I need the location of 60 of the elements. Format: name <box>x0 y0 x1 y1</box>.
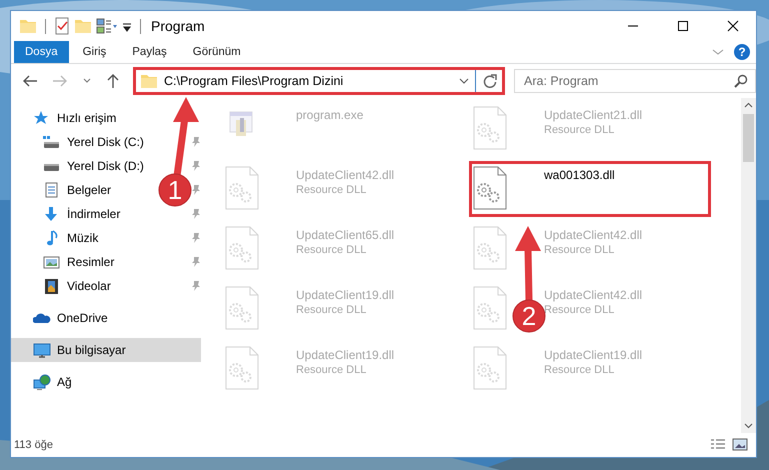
scrollbar[interactable] <box>741 98 756 433</box>
file-type: Resource DLL <box>544 244 616 256</box>
sidebar-item[interactable]: Bu bilgisayar <box>11 338 201 362</box>
file-type: Resource DLL <box>296 184 368 196</box>
help-button[interactable]: ? <box>734 44 750 60</box>
sidebar-item[interactable]: OneDrive <box>11 306 201 330</box>
ribbon-tab[interactable]: Görünüm <box>180 41 253 63</box>
pin-icon[interactable] <box>191 256 201 268</box>
search-icon[interactable] <box>734 74 748 88</box>
film-icon <box>43 278 61 294</box>
file-item[interactable]: wa001303.dll <box>469 161 711 217</box>
pin-icon[interactable] <box>191 184 201 196</box>
file-menu-button[interactable]: Dosya <box>14 41 69 63</box>
step-marker: 1 <box>158 174 192 206</box>
sidebar-item[interactable]: Yerel Disk (D:) <box>11 154 148 178</box>
chevron-up-icon[interactable] <box>744 102 753 108</box>
network-icon <box>33 374 51 390</box>
refresh-icon[interactable] <box>482 73 498 89</box>
monitor-icon <box>33 342 51 358</box>
forward-arrow-icon[interactable] <box>52 74 68 88</box>
music-note-icon <box>46 230 58 246</box>
drive-icon <box>43 134 61 150</box>
sidebar-item[interactable]: Videolar <box>11 274 115 298</box>
pin-icon[interactable] <box>191 232 201 244</box>
file-name[interactable]: wa001303.dll <box>544 168 615 182</box>
chevron-down-icon[interactable] <box>744 423 753 429</box>
gear-document-icon[interactable] <box>472 166 508 210</box>
sidebar-item[interactable]: Hızlı erişim <box>11 106 201 130</box>
picture-icon <box>43 254 61 270</box>
sidebar-item[interactable]: İndirmeler <box>11 202 124 226</box>
ribbon-tab[interactable]: Giriş <box>70 41 118 63</box>
folder-icon <box>140 72 158 90</box>
address-bar[interactable]: C:\Program Files\Program Dizini <box>133 67 505 95</box>
pin-icon[interactable] <box>191 136 201 148</box>
step-marker: 2 <box>512 300 546 332</box>
scroll-thumb[interactable] <box>743 114 754 162</box>
pin-icon[interactable] <box>191 160 201 172</box>
sidebar-item[interactable]: Belgeler <box>11 178 116 202</box>
window-title: Program <box>151 18 205 34</box>
pin-icon[interactable] <box>191 280 201 292</box>
large-icons-view-icon[interactable] <box>732 438 748 452</box>
sidebar-item[interactable]: Yerel Disk (C:) <box>11 130 148 154</box>
file-type: Resource DLL <box>544 124 616 136</box>
sidebar-item[interactable]: Müzik <box>11 226 102 250</box>
file-type: Resource DLL <box>544 364 616 376</box>
file-type: Resource DLL <box>296 244 368 256</box>
up-arrow-icon[interactable] <box>106 73 120 89</box>
search-field[interactable]: Ara: Program <box>514 69 756 93</box>
sidebar-item[interactable]: Ağ <box>11 370 201 394</box>
view-dropdown-icon[interactable] <box>96 17 118 35</box>
item-count: 113 öğe <box>14 439 53 451</box>
file-type: Resource DLL <box>296 364 368 376</box>
ribbon-tab[interactable]: Paylaş <box>120 41 179 63</box>
sidebar-item[interactable]: Resimler <box>11 250 118 274</box>
properties-icon[interactable] <box>54 17 70 35</box>
file-type: Resource DLL <box>544 304 616 316</box>
folder-icon[interactable] <box>19 17 37 35</box>
back-arrow-icon[interactable] <box>22 74 38 88</box>
file-type: Resource DLL <box>296 304 368 316</box>
pin-icon[interactable] <box>191 208 201 220</box>
